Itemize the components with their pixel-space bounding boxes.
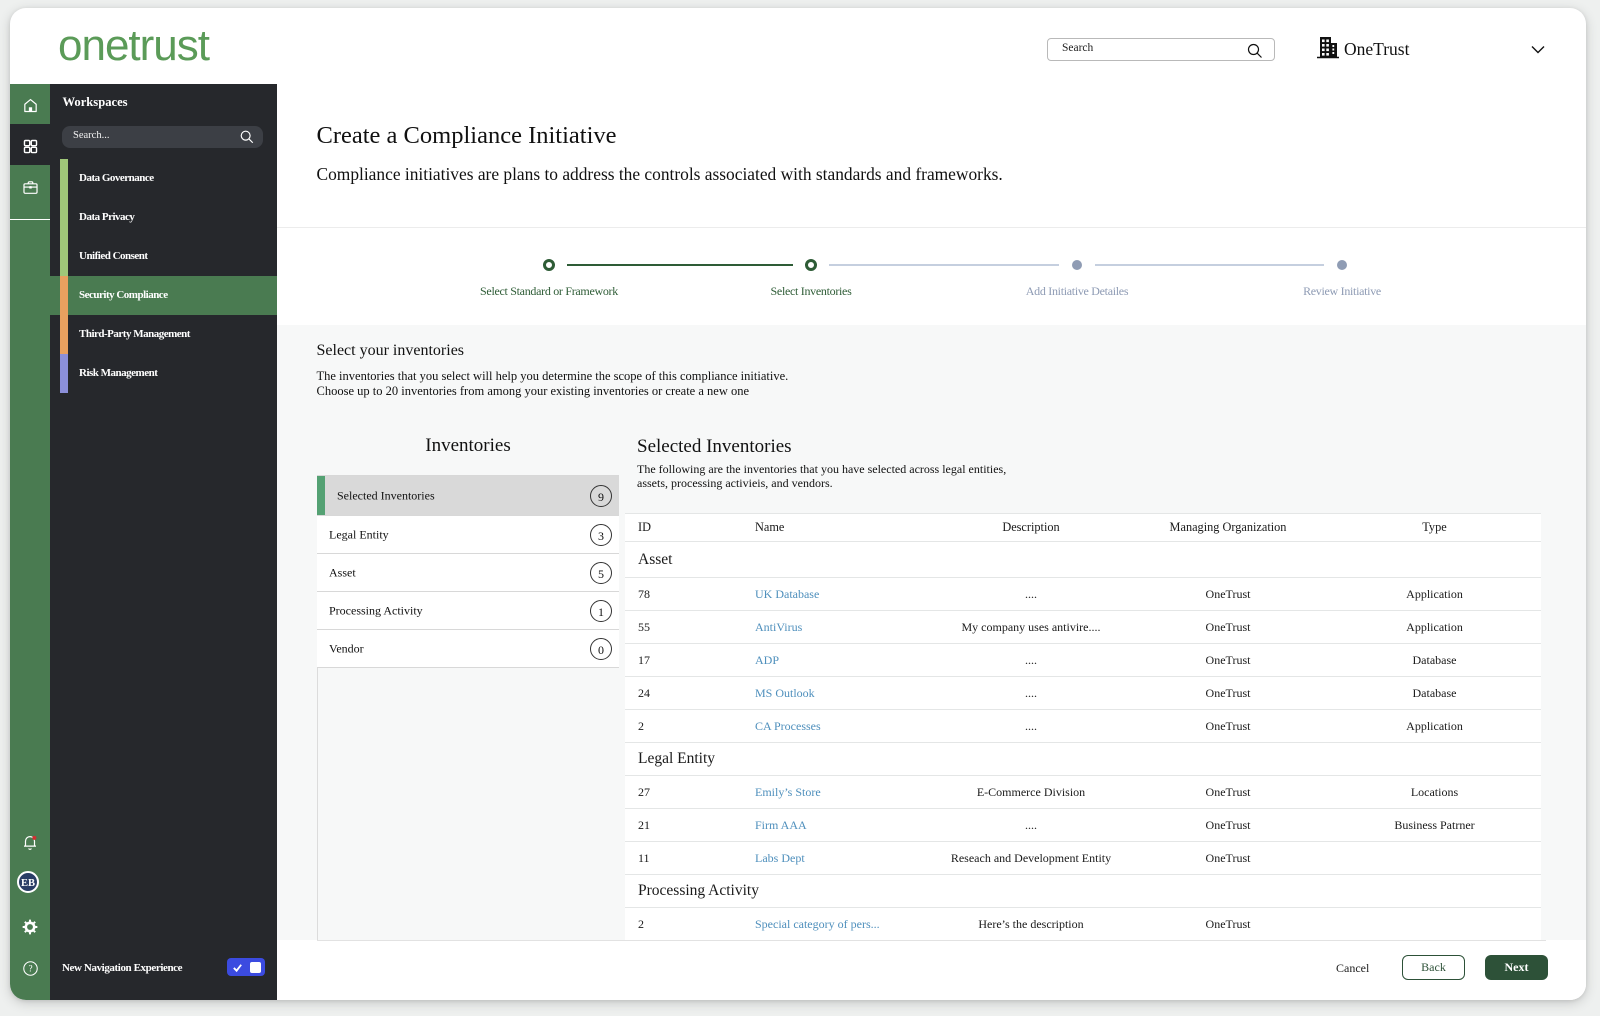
svg-text:?: ?	[28, 964, 32, 974]
